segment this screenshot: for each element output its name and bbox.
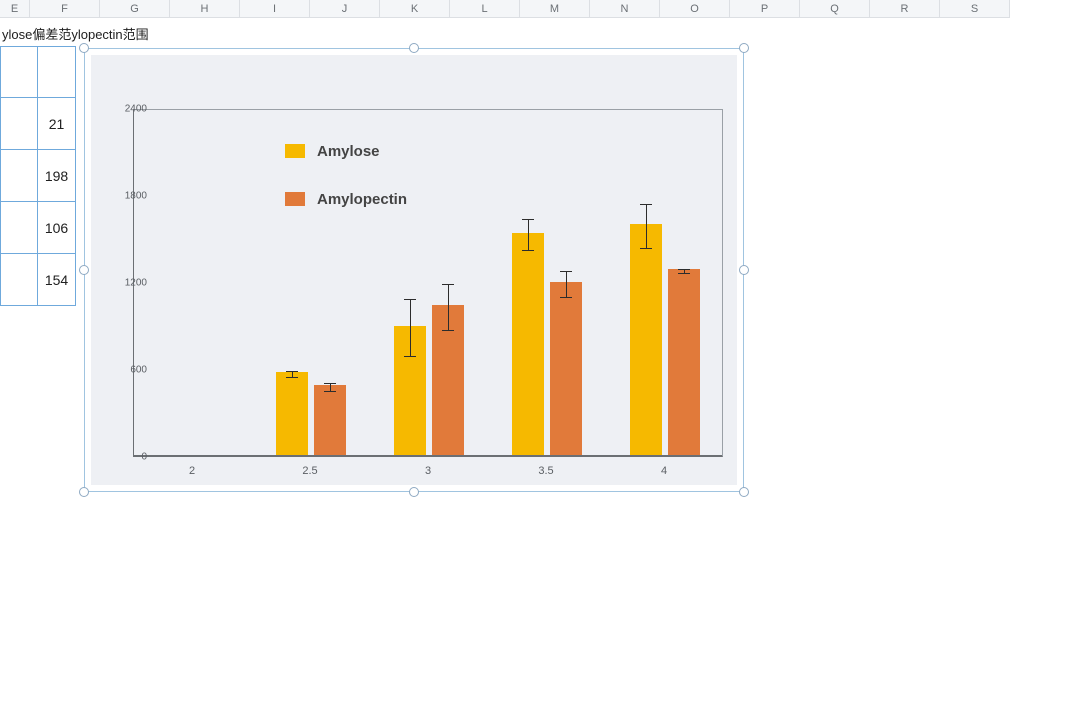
column-header-q[interactable]: Q	[800, 0, 870, 18]
error-bar-line	[646, 204, 647, 249]
y-axis-tick-label: 2400	[107, 104, 147, 115]
column-header-g[interactable]: G	[100, 0, 170, 18]
error-bar-line	[528, 219, 529, 250]
table-row: 106	[0, 202, 80, 254]
chart-plot-area[interactable]	[133, 109, 723, 457]
column-header-f[interactable]: F	[30, 0, 100, 18]
column-header-s[interactable]: S	[940, 0, 1010, 18]
table-row: 154	[0, 254, 80, 306]
error-bar-cap	[404, 299, 416, 300]
x-axis-tick-label: 2.5	[302, 465, 317, 477]
left-data-table: ylose偏差范ylopectin范围 21198106154	[0, 20, 80, 306]
x-axis-tick-label: 4	[661, 465, 667, 477]
y-axis-tick-label: 0	[107, 452, 147, 463]
table-cell[interactable]	[0, 98, 38, 150]
error-bar-cap	[324, 391, 336, 392]
column-header-m[interactable]: M	[520, 0, 590, 18]
chart-object[interactable]: Amylose Amylopectin 060012001800240022.5…	[84, 48, 744, 492]
error-bar-line	[566, 271, 567, 297]
column-header-r[interactable]: R	[870, 0, 940, 18]
resize-handle-bottom-right-icon[interactable]	[739, 487, 749, 497]
column-header-j[interactable]: J	[310, 0, 380, 18]
error-bar-cap	[286, 377, 298, 378]
error-bar-cap	[442, 284, 454, 285]
error-bar-cap	[404, 356, 416, 357]
table-cell[interactable]	[0, 202, 38, 254]
chart-bar-amylose[interactable]	[512, 233, 544, 456]
table-cell[interactable]: 106	[38, 202, 76, 254]
error-bar-line	[448, 284, 449, 330]
error-bar-cap	[640, 248, 652, 249]
error-bar-cap	[522, 219, 534, 220]
y-axis-tick-label: 1800	[107, 191, 147, 202]
column-header-n[interactable]: N	[590, 0, 660, 18]
resize-handle-top-left-icon[interactable]	[79, 43, 89, 53]
table-row	[0, 46, 80, 98]
y-axis-tick-label: 1200	[107, 278, 147, 289]
resize-handle-top-icon[interactable]	[409, 43, 419, 53]
table-cell[interactable]: 21	[38, 98, 76, 150]
error-bar-cap	[286, 371, 298, 372]
chart-bars	[134, 110, 722, 456]
error-bar-cap	[324, 383, 336, 384]
error-bar-cap	[560, 271, 572, 272]
table-cell[interactable]	[0, 150, 38, 202]
column-header-l[interactable]: L	[450, 0, 520, 18]
column-header-o[interactable]: O	[660, 0, 730, 18]
resize-handle-left-icon[interactable]	[79, 265, 89, 275]
column-header-k[interactable]: K	[380, 0, 450, 18]
error-bar-cap	[560, 297, 572, 298]
x-axis-tick-label: 2	[189, 465, 195, 477]
chart-bar-amylopectin[interactable]	[668, 269, 700, 456]
x-axis-tick-label: 3	[425, 465, 431, 477]
error-bar-line	[410, 299, 411, 356]
column-header-i[interactable]: I	[240, 0, 310, 18]
table-cell[interactable]: 154	[38, 254, 76, 306]
table-row: 21	[0, 98, 80, 150]
chart-bar-amylopectin[interactable]	[550, 282, 582, 456]
chart-x-axis-line	[134, 455, 722, 456]
table-cell[interactable]	[0, 254, 38, 306]
resize-handle-bottom-left-icon[interactable]	[79, 487, 89, 497]
column-headers: EFGHIJKLMNOPQRS	[0, 0, 1080, 18]
y-axis-tick-label: 600	[107, 365, 147, 376]
error-bar-cap	[678, 273, 690, 274]
error-bar-cap	[640, 204, 652, 205]
column-header-e[interactable]: E	[0, 0, 30, 18]
table-cell[interactable]: 198	[38, 150, 76, 202]
column-header-h[interactable]: H	[170, 0, 240, 18]
table-cell[interactable]	[38, 46, 76, 98]
resize-handle-bottom-icon[interactable]	[409, 487, 419, 497]
chart-bar-amylose[interactable]	[276, 372, 308, 456]
error-bar-cap	[678, 269, 690, 270]
table-row: 198	[0, 150, 80, 202]
chart-bar-amylose[interactable]	[630, 224, 662, 456]
error-bar-cap	[522, 250, 534, 251]
table-cell[interactable]	[0, 46, 38, 98]
x-axis-tick-label: 3.5	[538, 465, 553, 477]
error-bar-line	[330, 383, 331, 391]
error-bar-cap	[442, 330, 454, 331]
left-table-header: ylose偏差范ylopectin范围	[0, 20, 80, 46]
resize-handle-right-icon[interactable]	[739, 265, 749, 275]
column-header-p[interactable]: P	[730, 0, 800, 18]
resize-handle-top-right-icon[interactable]	[739, 43, 749, 53]
chart-bar-amylopectin[interactable]	[314, 385, 346, 456]
